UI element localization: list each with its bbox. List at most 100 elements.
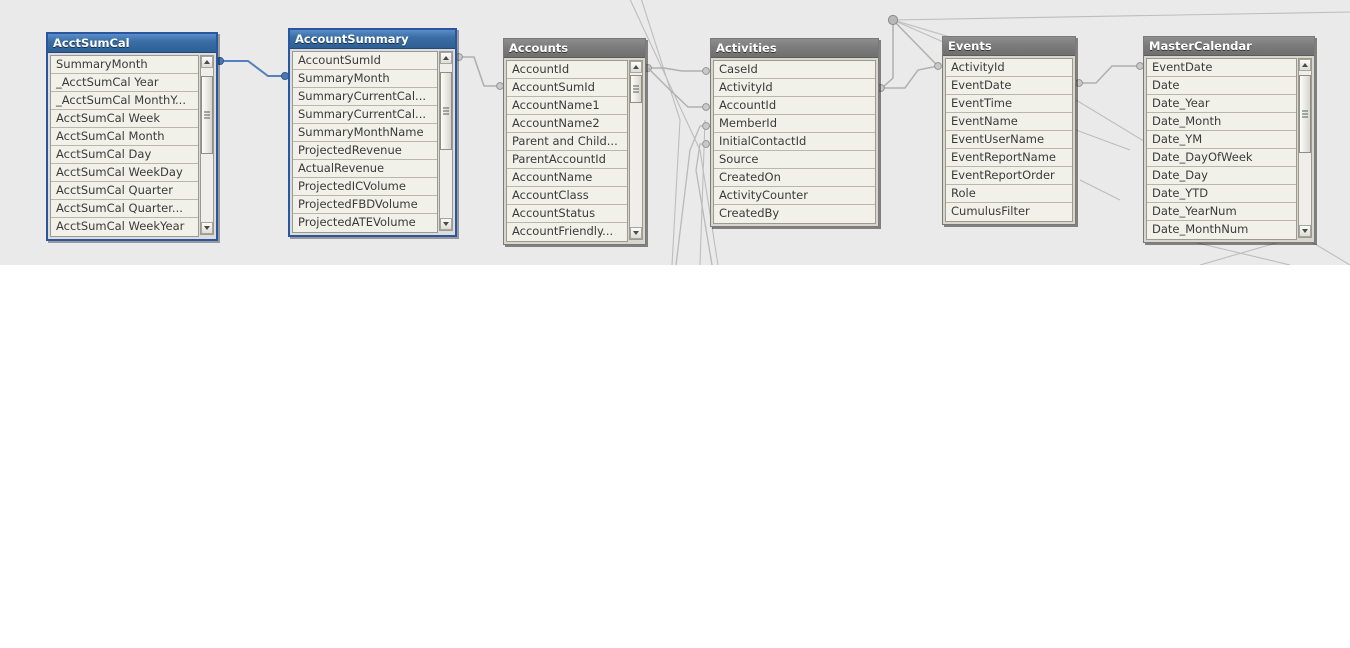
field-row[interactable]: AccountId (507, 61, 627, 79)
field-list-accountsummary[interactable]: AccountSumId SummaryMonth SummaryCurrentCa… (292, 51, 438, 233)
field-list-scrollbar-accountsummary[interactable] (439, 51, 453, 231)
scroll-up-arrow-icon[interactable] (1299, 59, 1311, 71)
table-box-events[interactable]: Events ActivityId EventDate EventTime EventN… (942, 36, 1076, 225)
scroll-thumb-grip-icon (633, 85, 639, 93)
field-list-scrollbar-accounts[interactable] (629, 60, 643, 240)
field-row[interactable]: _AcctSumCal Year (51, 74, 198, 92)
field-list-activities[interactable]: CaseId ActivityId AccountId MemberId Initial… (713, 60, 876, 224)
field-row[interactable]: EventUserName (946, 131, 1072, 149)
field-row[interactable]: EventReportOrder (946, 167, 1072, 185)
field-row[interactable]: AcctSumCal WeekDay (51, 164, 198, 182)
field-row[interactable]: AccountStatus (507, 205, 627, 223)
field-list-acctsumcal[interactable]: SummaryMonth _AcctSumCal Year _AcctSumCal … (50, 55, 199, 237)
scroll-thumb[interactable] (1299, 75, 1311, 153)
field-row[interactable]: AccountName (507, 169, 627, 187)
link-activities-memberid[interactable] (675, 122, 710, 265)
field-row[interactable]: _AcctSumCal MonthY... (51, 92, 198, 110)
scroll-up-arrow-icon[interactable] (630, 61, 642, 73)
field-row[interactable]: AccountSumId (293, 52, 437, 70)
field-row[interactable]: AccountName1 (507, 97, 627, 115)
field-row[interactable]: SummaryMonth (51, 56, 198, 74)
table-box-activities[interactable]: Activities CaseId ActivityId AccountId Membe… (710, 38, 879, 227)
field-row[interactable]: AcctSumCal Month (51, 128, 198, 146)
field-row[interactable]: Date_DayOfWeek (1147, 149, 1296, 167)
field-row[interactable]: Date_YTD (1147, 185, 1296, 203)
link-accounts-activities-accountid[interactable] (647, 67, 710, 111)
table-title-accounts[interactable]: Accounts (504, 39, 645, 58)
field-row[interactable]: ActivityId (946, 59, 1072, 77)
field-row[interactable]: ActualRevenue (293, 160, 437, 178)
field-row[interactable]: EventTime (946, 95, 1072, 113)
field-list-accounts[interactable]: AccountId AccountSumId AccountName1 Account… (506, 60, 628, 242)
scroll-thumb[interactable] (440, 72, 452, 150)
field-row[interactable]: SummaryCurrentCal... (293, 106, 437, 124)
field-row[interactable]: ProjectedATEVolume (293, 214, 437, 232)
link-accounts-activities-caseid[interactable] (644, 64, 710, 75)
field-row[interactable]: CreatedOn (714, 169, 875, 187)
field-row[interactable]: CumulusFilter (946, 203, 1072, 221)
table-box-accountsummary[interactable]: AccountSummary AccountSumId SummaryMonth Su… (288, 28, 457, 237)
table-box-acctsumcal[interactable]: AcctSumCal SummaryMonth _AcctSumCal Year _A… (46, 32, 218, 241)
field-row[interactable]: AccountSumId (507, 79, 627, 97)
field-row[interactable]: AcctSumCal Week (51, 110, 198, 128)
field-row[interactable]: AcctSumCal Day (51, 146, 198, 164)
field-row[interactable]: AcctSumCal Quarter... (51, 200, 198, 218)
field-list-events[interactable]: ActivityId EventDate EventTime EventName Eve… (945, 58, 1073, 222)
field-row[interactable]: Parent and Child... (507, 133, 627, 151)
scroll-thumb[interactable] (201, 76, 213, 154)
field-row[interactable]: Date_YearNum (1147, 203, 1296, 221)
scroll-down-arrow-icon[interactable] (1299, 225, 1311, 237)
table-title-events[interactable]: Events (943, 37, 1075, 56)
field-row[interactable]: InitialContactId (714, 133, 875, 151)
diagram-canvas[interactable]: AcctSumCal SummaryMonth _AcctSumCal Year _A… (0, 0, 1350, 265)
scroll-down-arrow-icon[interactable] (201, 222, 213, 234)
scroll-down-arrow-icon[interactable] (440, 218, 452, 230)
scroll-down-arrow-icon[interactable] (630, 227, 642, 239)
table-title-accountsummary[interactable]: AccountSummary (290, 30, 455, 49)
field-list-scrollbar-mastercalendar[interactable] (1298, 58, 1312, 238)
field-row[interactable]: ActivityId (714, 79, 875, 97)
field-row[interactable]: Date_Day (1147, 167, 1296, 185)
field-row[interactable]: EventDate (1147, 59, 1296, 77)
field-row[interactable]: Date_Year (1147, 95, 1296, 113)
field-row[interactable]: CreatedBy (714, 205, 875, 223)
table-title-acctsumcal[interactable]: AcctSumCal (48, 34, 216, 53)
table-title-mastercalendar[interactable]: MasterCalendar (1144, 37, 1314, 56)
link-acctsumcal-accountsummary[interactable] (215, 57, 289, 81)
link-accountsummary-accounts[interactable] (455, 53, 504, 90)
table-title-activities[interactable]: Activities (711, 39, 878, 58)
field-row[interactable]: ActivityCounter (714, 187, 875, 205)
field-row[interactable]: AcctSumCal WeekYear (51, 218, 198, 236)
field-row[interactable]: Date_MonthNum (1147, 221, 1296, 239)
field-row[interactable]: ProjectedFBDVolume (293, 196, 437, 214)
field-row[interactable]: Source (714, 151, 875, 169)
field-row[interactable]: EventDate (946, 77, 1072, 95)
table-box-accounts[interactable]: Accounts AccountId AccountSumId AccountName… (503, 38, 646, 245)
field-row[interactable]: ProjectedRevenue (293, 142, 437, 160)
link-events-mastercalendar[interactable] (1075, 62, 1144, 87)
field-row[interactable]: ProjectedICVolume (293, 178, 437, 196)
field-row[interactable]: SummaryCurrentCal... (293, 88, 437, 106)
field-row[interactable]: AccountName2 (507, 115, 627, 133)
field-row[interactable]: SummaryMonth (293, 70, 437, 88)
field-list-mastercalendar[interactable]: EventDate Date Date_Year Date_Month Date_YM D… (1146, 58, 1297, 240)
field-row[interactable]: AccountId (714, 97, 875, 115)
field-row[interactable]: AcctSumCal Quarter (51, 182, 198, 200)
table-box-mastercalendar[interactable]: MasterCalendar EventDate Date Date_Year Date… (1143, 36, 1315, 243)
field-row[interactable]: MemberId (714, 115, 875, 133)
field-list-scrollbar-acctsumcal[interactable] (200, 55, 214, 235)
field-row[interactable]: AccountFriendly... (507, 223, 627, 241)
field-row[interactable]: SummaryMonthName (293, 124, 437, 142)
field-row[interactable]: Date (1147, 77, 1296, 95)
field-row[interactable]: AccountClass (507, 187, 627, 205)
field-row[interactable]: EventReportName (946, 149, 1072, 167)
scroll-thumb[interactable] (630, 75, 642, 103)
field-row[interactable]: Date_Month (1147, 113, 1296, 131)
field-row[interactable]: Role (946, 185, 1072, 203)
field-row[interactable]: ParentAccountId (507, 151, 627, 169)
field-row[interactable]: Date_YM (1147, 131, 1296, 149)
scroll-up-arrow-icon[interactable] (440, 52, 452, 64)
field-row[interactable]: EventName (946, 113, 1072, 131)
scroll-up-arrow-icon[interactable] (201, 56, 213, 68)
field-row[interactable]: CaseId (714, 61, 875, 79)
